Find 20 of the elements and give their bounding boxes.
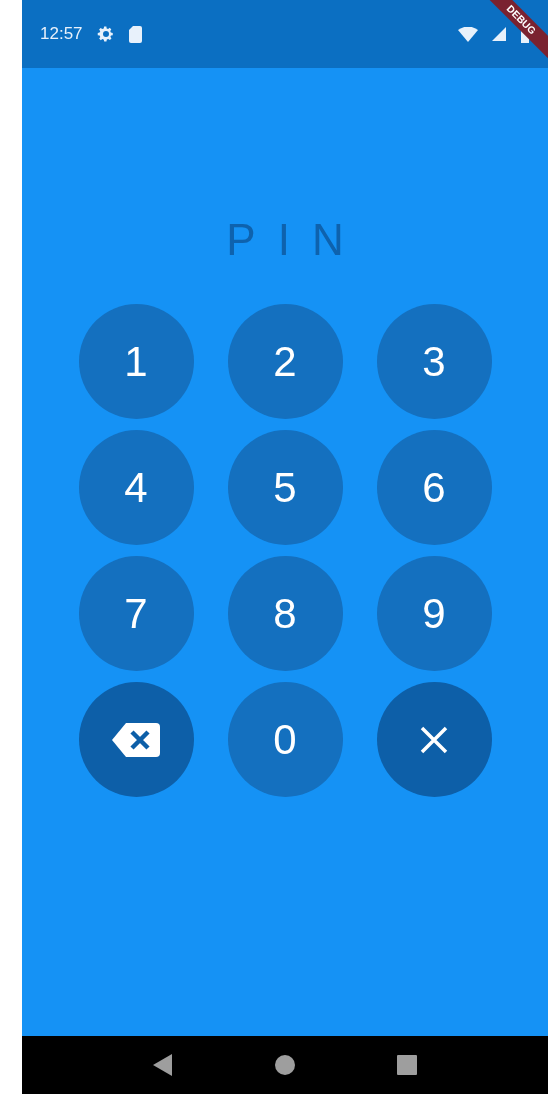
digit-button[interactable]: 9 [376,556,492,671]
digit-button[interactable]: 8 [227,556,343,671]
close-icon [420,725,448,754]
home-icon[interactable] [275,1055,295,1075]
status-time: 12:57 [40,23,83,46]
signal-icon [492,27,506,41]
backspace-icon [112,722,160,757]
digit-button[interactable]: 0 [227,682,343,797]
digit-button[interactable]: 2 [227,304,343,419]
back-icon[interactable] [153,1054,173,1076]
pin-title: PIN [225,218,366,262]
digit-button[interactable]: 1 [78,304,194,419]
sd-card-icon [128,25,142,43]
digit-button[interactable]: 7 [78,556,194,671]
digit-button[interactable]: 6 [376,430,492,545]
wifi-icon [458,26,478,42]
digit-button[interactable]: 5 [227,430,343,545]
settings-icon [96,25,115,43]
digit-button[interactable]: 4 [78,430,194,545]
digit-button[interactable]: 3 [376,304,492,419]
